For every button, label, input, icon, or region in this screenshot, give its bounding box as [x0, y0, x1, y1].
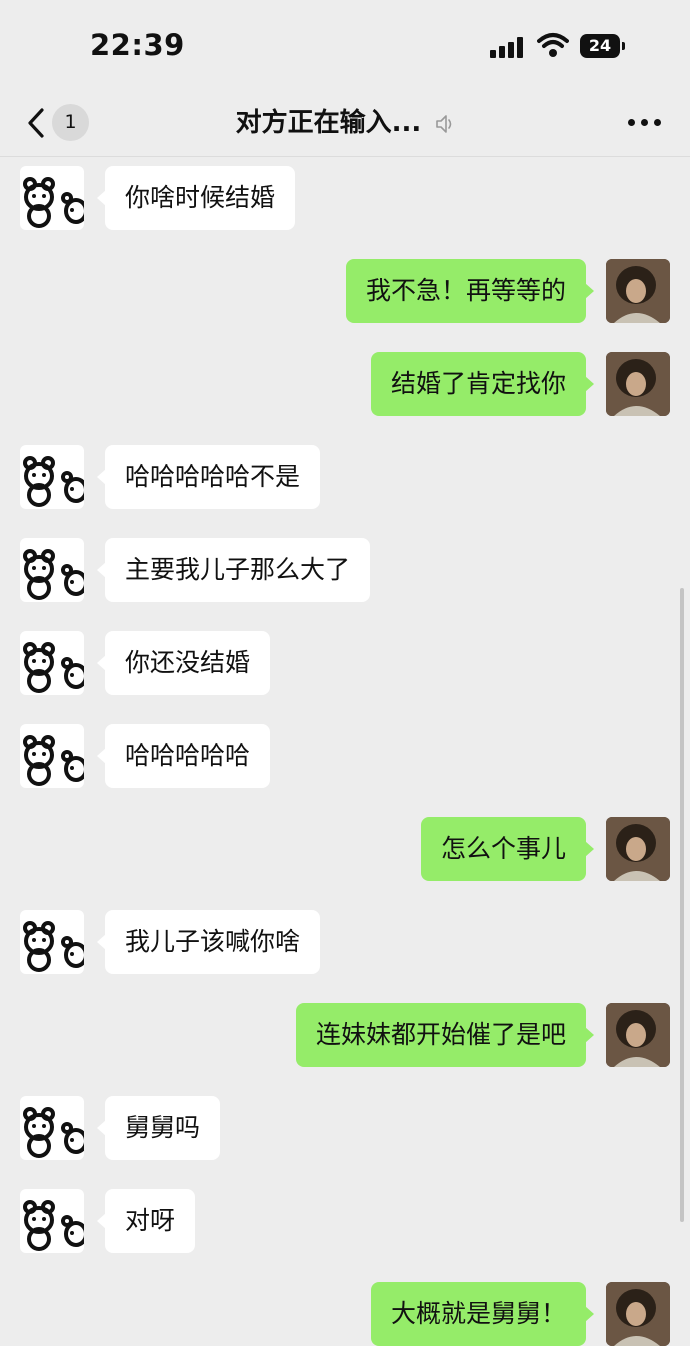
- incoming-message[interactable]: 舅舅吗: [96, 1096, 221, 1160]
- outgoing-message[interactable]: 大概就是舅舅！: [370, 1282, 595, 1346]
- cartoon-bears-icon: [23, 456, 84, 507]
- incoming-message[interactable]: 你还没结婚: [96, 631, 271, 695]
- outgoing-message[interactable]: 连妹妹都开始催了是吧: [295, 1003, 595, 1067]
- cartoon-bears-icon: [23, 735, 84, 786]
- status-time: 22:39: [90, 28, 185, 62]
- contact-avatar[interactable]: [20, 631, 84, 695]
- portrait-photo-icon: [606, 1282, 670, 1346]
- outgoing-message[interactable]: 我不急！再等等的: [345, 259, 595, 323]
- more-icon[interactable]: [628, 118, 662, 128]
- contact-avatar[interactable]: [20, 538, 84, 602]
- cartoon-bears-icon: [23, 1107, 84, 1158]
- battery-icon: 24: [580, 34, 626, 58]
- unread-count-badge[interactable]: 1: [52, 104, 89, 141]
- back-icon[interactable]: [22, 106, 52, 140]
- status-bar: 22:39 24: [0, 0, 690, 92]
- outgoing-message[interactable]: 结婚了肯定找你: [370, 352, 595, 416]
- user-avatar[interactable]: [606, 1003, 670, 1067]
- chat-title-text: 对方正在输入...: [235, 108, 422, 138]
- cartoon-bears-icon: [23, 1200, 84, 1251]
- chat-title: 对方正在输入...: [200, 104, 490, 142]
- cartoon-bears-icon: [23, 642, 84, 693]
- outgoing-message[interactable]: 怎么个事儿: [420, 817, 595, 881]
- contact-avatar[interactable]: [20, 910, 84, 974]
- contact-avatar[interactable]: [20, 1096, 84, 1160]
- incoming-message[interactable]: 我儿子该喊你啥: [96, 910, 321, 974]
- incoming-message[interactable]: 主要我儿子那么大了: [96, 538, 371, 602]
- contact-avatar[interactable]: [20, 1189, 84, 1253]
- contact-avatar[interactable]: [20, 724, 84, 788]
- cartoon-bears-icon: [23, 921, 84, 972]
- contact-avatar[interactable]: [20, 166, 84, 230]
- user-avatar[interactable]: [606, 817, 670, 881]
- chat-header: 1 对方正在输入...: [0, 92, 690, 157]
- signal-icon: [490, 36, 526, 58]
- mute-icon: [436, 114, 452, 133]
- user-avatar[interactable]: [606, 1282, 670, 1346]
- incoming-message[interactable]: 对呀: [96, 1189, 196, 1253]
- incoming-message[interactable]: 哈哈哈哈哈: [96, 724, 271, 788]
- user-avatar[interactable]: [606, 259, 670, 323]
- wifi-icon: [537, 33, 569, 57]
- scrollbar[interactable]: [680, 588, 684, 1222]
- battery-level: 24: [580, 34, 620, 58]
- portrait-photo-icon: [606, 352, 670, 416]
- cartoon-bears-icon: [23, 177, 84, 228]
- portrait-photo-icon: [606, 817, 670, 881]
- portrait-photo-icon: [606, 259, 670, 323]
- user-avatar[interactable]: [606, 352, 670, 416]
- cartoon-bears-icon: [23, 549, 84, 600]
- incoming-message[interactable]: 哈哈哈哈哈不是: [96, 445, 321, 509]
- incoming-message[interactable]: 你啥时候结婚: [96, 166, 296, 230]
- portrait-photo-icon: [606, 1003, 670, 1067]
- contact-avatar[interactable]: [20, 445, 84, 509]
